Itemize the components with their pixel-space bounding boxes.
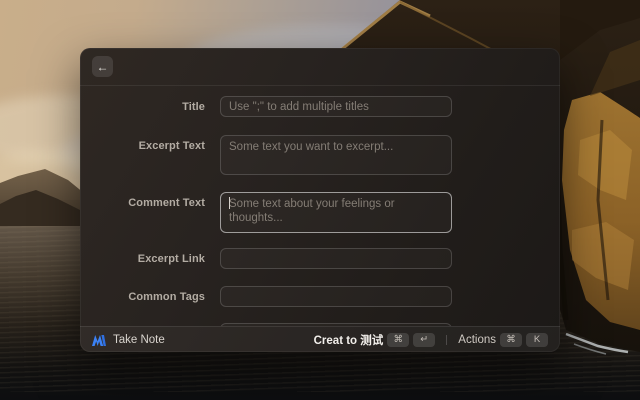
window-header: ← <box>80 48 560 86</box>
take-note-logo-icon <box>92 334 106 346</box>
form-row-comment-text: Comment Text <box>80 192 560 233</box>
submit-label: Creat to 测试 <box>313 334 384 347</box>
take-note-window: ← Title Excerpt Text Comment Text Excerp… <box>80 48 560 352</box>
form-row-excerpt-link: Excerpt Link <box>80 248 560 269</box>
command-key-icon: ⌘ <box>500 332 522 347</box>
actions-button[interactable]: Actions ⌘ K <box>458 332 548 347</box>
note-form: Title Excerpt Text Comment Text Excerpt … <box>80 86 560 326</box>
back-arrow-icon: ← <box>96 59 109 74</box>
submit-button[interactable]: Creat to 测试 ⌘ ↵ <box>314 332 436 348</box>
comment-text-textarea[interactable] <box>220 192 452 233</box>
partial-input[interactable] <box>220 323 452 326</box>
text-caret <box>229 197 230 209</box>
k-key-icon: K <box>526 332 548 347</box>
footer-divider <box>446 334 448 345</box>
title-input[interactable] <box>220 96 452 117</box>
return-key-icon: ↵ <box>413 332 436 347</box>
excerpt-link-label: Excerpt Link <box>137 252 205 265</box>
excerpt-text-label: Excerpt Text <box>138 140 205 152</box>
form-row-title: Title <box>80 96 560 117</box>
app-identity: Take Note <box>92 334 165 346</box>
form-row-excerpt-text: Excerpt Text <box>80 135 560 175</box>
common-tags-input[interactable] <box>220 286 452 307</box>
window-footer: Take Note Creat to 测试 ⌘ ↵ Actions ⌘ K <box>80 326 560 352</box>
form-row-common-tags: Common Tags <box>80 286 560 307</box>
common-tags-label: Common Tags <box>128 290 205 303</box>
excerpt-link-input[interactable] <box>220 248 452 269</box>
footer-actions: Creat to 测试 ⌘ ↵ Actions ⌘ K <box>314 332 548 348</box>
command-key-icon: ⌘ <box>387 332 410 347</box>
back-button[interactable]: ← <box>92 56 113 77</box>
app-name: Take Note <box>113 333 165 346</box>
actions-label: Actions <box>458 333 496 346</box>
comment-text-label: Comment Text <box>128 197 205 209</box>
title-label: Title <box>182 100 205 113</box>
excerpt-text-textarea[interactable] <box>220 135 452 175</box>
